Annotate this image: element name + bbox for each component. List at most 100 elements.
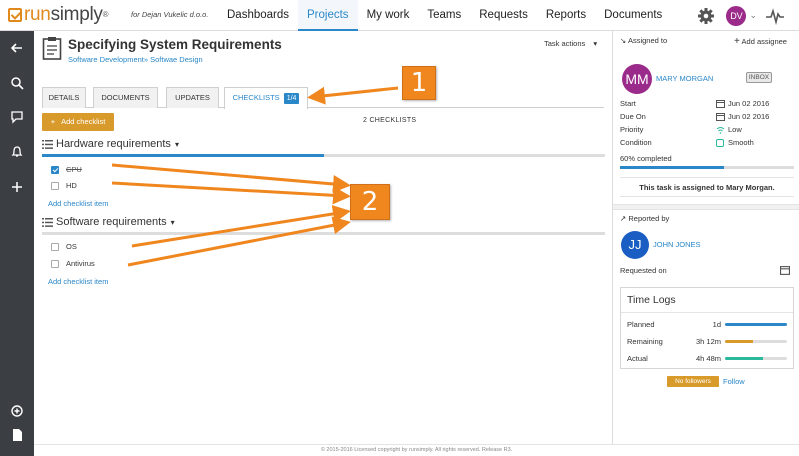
tab-checklists[interactable]: CHECKLISTS 1/4	[224, 87, 308, 109]
pulse-icon[interactable]	[765, 6, 785, 26]
add-checklist-label: Add checklist	[61, 117, 106, 126]
page-title: Specifying System Requirements	[68, 37, 282, 52]
assigned-message: This task is assigned to Mary Morgan.	[620, 177, 794, 197]
add-circle-icon[interactable]	[9, 403, 25, 419]
logo-simply-text: simply	[50, 4, 103, 25]
user-avatar[interactable]: DV	[726, 5, 747, 26]
checkbox-unchecked[interactable]	[51, 259, 59, 268]
calendar-icon[interactable]	[780, 266, 790, 275]
breadcrumb[interactable]: Software Development» Softwae Design	[68, 55, 203, 64]
time-logs-panel: Time Logs Planned 1d Remaining 3h 12m Ac…	[620, 287, 794, 369]
time-log-label: Planned	[627, 320, 655, 329]
bell-icon[interactable]	[9, 144, 25, 160]
checklist-item-label: CPU	[66, 165, 82, 174]
tab-details[interactable]: DETAILS	[42, 87, 86, 108]
calendar-icon	[716, 113, 725, 122]
search-icon[interactable]	[9, 75, 25, 91]
field-label: Due On	[620, 112, 646, 121]
checkbox-checked[interactable]	[51, 165, 59, 174]
chevron-down-icon[interactable]: ⌄	[749, 10, 757, 21]
tab-documents[interactable]: DOCUMENTS	[93, 87, 158, 108]
tab-updates[interactable]: UPDATES	[166, 87, 219, 108]
time-log-label: Actual	[627, 354, 648, 363]
requested-on-label: Requested on	[620, 266, 667, 275]
completed-label: 60% completed	[620, 154, 672, 163]
no-followers-badge: No followers	[667, 376, 719, 387]
reporter-avatar[interactable]: JJ	[621, 231, 649, 259]
time-log-value: 1d	[712, 320, 721, 329]
checklist-header-hardware[interactable]: Hardware requirements ▾	[42, 138, 179, 150]
plus-icon[interactable]	[9, 179, 25, 195]
arrow-down-right-icon: ↘	[620, 36, 627, 45]
add-checklist-item-link[interactable]: Add checklist item	[48, 277, 108, 286]
checklist-item[interactable]: HD	[51, 181, 77, 190]
caret-down-icon[interactable]: ▾	[171, 218, 175, 227]
arrow-up-right-icon: ↗	[620, 214, 627, 223]
plus-icon: +	[734, 36, 740, 47]
assignee-avatar[interactable]: MM	[622, 64, 652, 94]
nav-dashboards[interactable]: Dashboards	[218, 0, 298, 31]
checklist-item[interactable]: CPU	[51, 165, 82, 174]
caret-down-icon[interactable]: ▾	[175, 140, 179, 149]
back-arrow-icon[interactable]	[9, 40, 25, 56]
checklist-item[interactable]: OS	[51, 242, 77, 251]
time-log-value: 3h 12m	[695, 337, 721, 346]
checklist-item-label: OS	[66, 242, 77, 251]
gear-icon[interactable]	[696, 6, 716, 26]
nav-my-work[interactable]: My work	[358, 0, 419, 31]
logo-check-icon	[8, 8, 22, 22]
assigned-to-heading: ↘ Assigned to	[620, 36, 668, 45]
tenant-name: for Dejan Vukelic d.o.o.	[131, 10, 209, 19]
list-icon	[42, 139, 53, 149]
plus-icon: +	[50, 117, 56, 126]
main-nav: Dashboards Projects My work Teams Reques…	[218, 0, 671, 31]
logo-registered-mark: ®	[102, 10, 109, 19]
nav-reports[interactable]: Reports	[537, 0, 595, 31]
condition-value[interactable]: Smooth	[716, 138, 754, 148]
checkbox-unchecked[interactable]	[51, 181, 59, 190]
sidebar-divider	[613, 204, 799, 210]
clipboard-icon	[42, 37, 62, 60]
chat-icon[interactable]	[9, 109, 25, 125]
nav-projects[interactable]: Projects	[298, 0, 358, 31]
due-date-value[interactable]: Jun 02 2016	[716, 112, 769, 122]
checklist-item[interactable]: Antivirus	[51, 259, 95, 268]
left-rail	[0, 31, 34, 456]
time-log-bar	[725, 357, 787, 360]
time-log-label: Remaining	[627, 337, 663, 346]
task-actions-dropdown[interactable]: Task actions ▾	[544, 39, 597, 48]
checkbox-unchecked[interactable]	[51, 242, 59, 251]
callout-badge-2: 2	[350, 184, 390, 220]
logo-run-text: run	[24, 4, 51, 25]
checklist-header-software[interactable]: Software requirements ▾	[42, 216, 175, 228]
checklist-item-label: Antivirus	[66, 259, 95, 268]
assignee-name-link[interactable]: MARY MORGAN	[656, 74, 713, 83]
add-assignee-button[interactable]: + Add assignee	[734, 36, 787, 47]
runsimply-logo[interactable]: runsimply®	[8, 5, 108, 25]
time-log-value: 4h 48m	[695, 354, 721, 363]
reported-by-heading: ↗ Reported by	[620, 214, 670, 223]
wifi-icon	[716, 127, 725, 134]
time-log-bar	[725, 340, 787, 343]
nav-teams[interactable]: Teams	[418, 0, 470, 31]
task-main: Specifying System Requirements Software …	[34, 31, 612, 444]
top-right-tools: DV ⌄	[696, 0, 799, 31]
document-icon[interactable]	[9, 427, 25, 443]
nav-requests[interactable]: Requests	[470, 0, 537, 31]
add-checklist-item-link[interactable]: Add checklist item	[48, 199, 108, 208]
task-sidebar: ↘ Assigned to + Add assignee MM MARY MOR…	[612, 31, 799, 444]
follow-link[interactable]: Follow	[723, 377, 745, 386]
priority-value[interactable]: Low	[716, 125, 742, 134]
checklist-progress-bar	[42, 232, 605, 235]
list-icon	[42, 217, 53, 227]
checklist-progress-bar	[42, 154, 605, 157]
checklist-item-label: HD	[66, 181, 77, 190]
task-tabs: DETAILS DOCUMENTS UPDATES CHECKLISTS 1/4	[42, 87, 604, 109]
square-icon	[716, 139, 724, 148]
tab-checklists-label: CHECKLISTS	[232, 93, 280, 102]
start-date-value[interactable]: Jun 02 2016	[716, 99, 769, 109]
field-label: Priority	[620, 125, 644, 134]
nav-documents[interactable]: Documents	[595, 0, 671, 31]
add-checklist-button[interactable]: + Add checklist	[42, 113, 114, 131]
reporter-name-link[interactable]: JOHN JONES	[653, 240, 701, 249]
